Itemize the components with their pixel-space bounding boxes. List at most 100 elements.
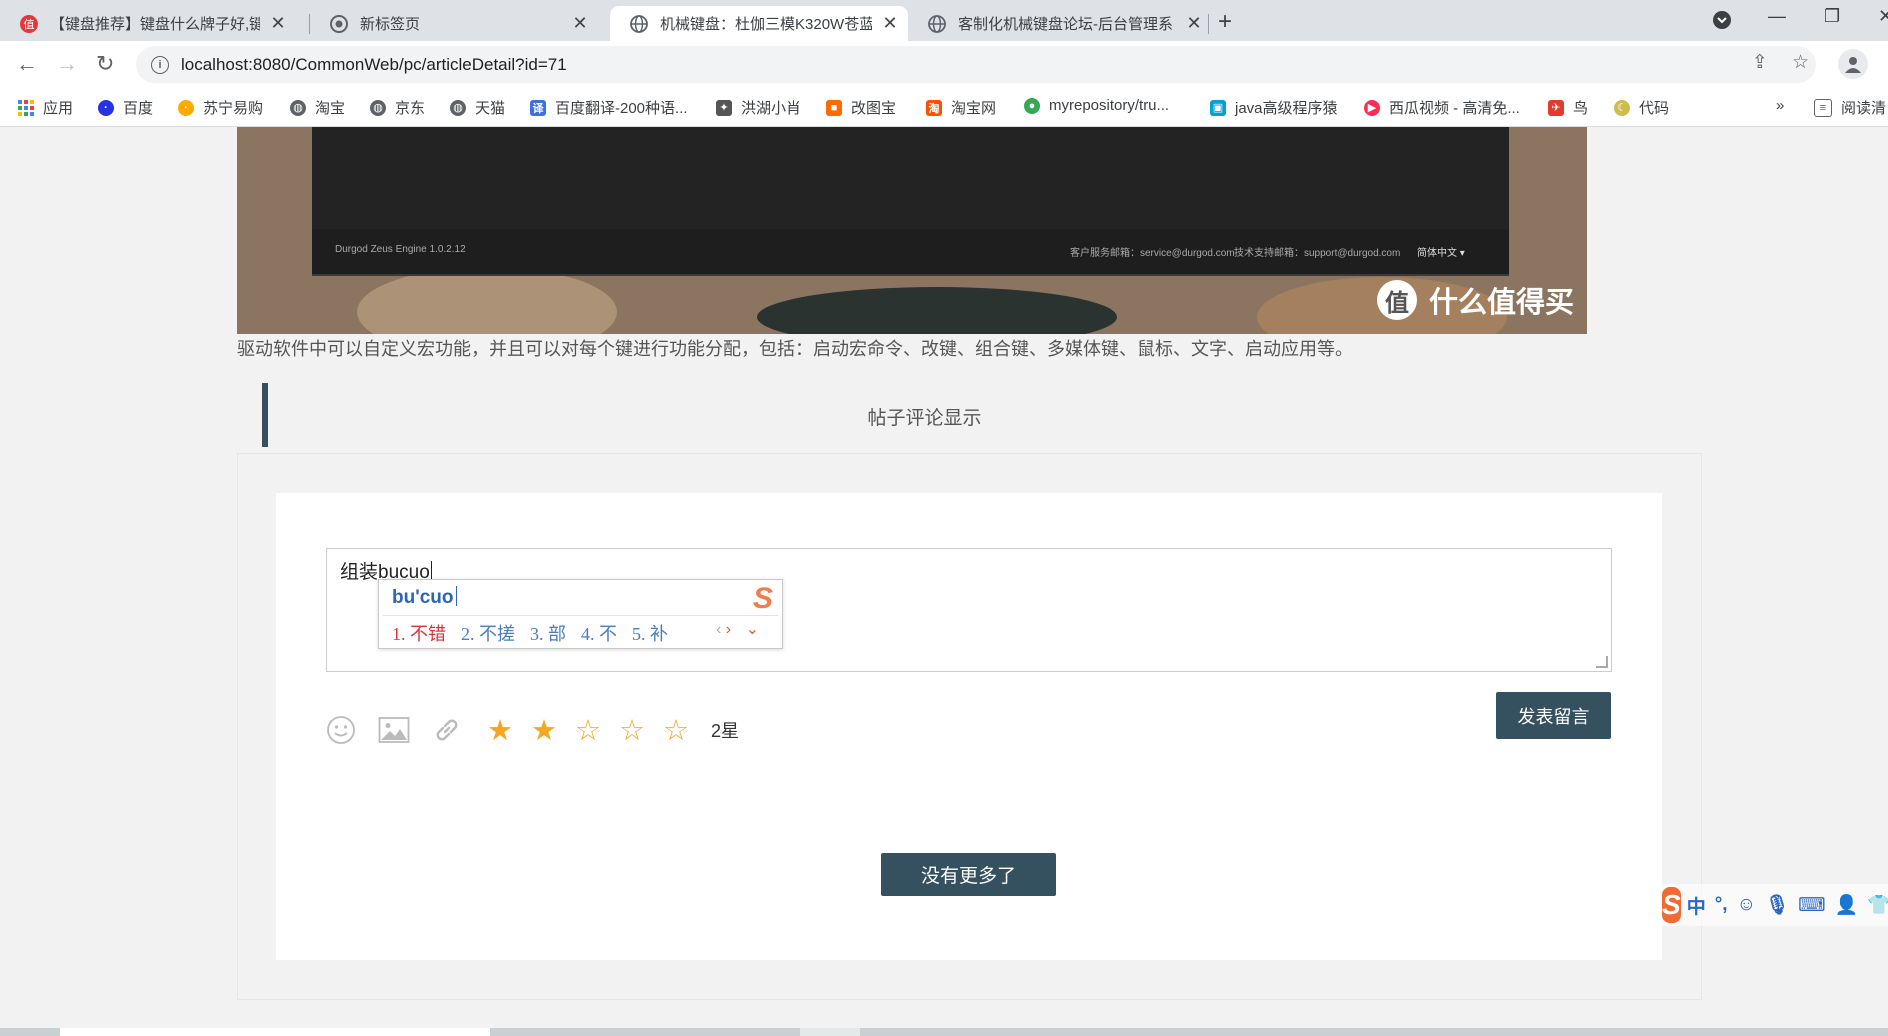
reload-icon[interactable]: ↻ [96,51,114,77]
tab-title: 新标签页 [360,16,421,33]
bookmark-gaitubao[interactable]: ■ 改图宝 [826,97,896,118]
ime-candidate-window: bu'cuo S 1. 不错 2. 不搓 3. 部 4. 不 5. 补 ‹ › … [378,579,783,649]
bookmark-label: 代码 [1639,100,1670,117]
bookmark-code[interactable]: ☾ 代码 [1614,97,1669,118]
bookmark-label: myrepository/tru... [1049,97,1170,114]
bookmark-bird[interactable]: ✈ 鸟 [1548,97,1588,118]
ime-user-icon[interactable]: 👤 [1835,893,1859,917]
horizontal-scrollbar[interactable] [0,1028,1888,1036]
bookmark-myrepository[interactable]: ● myrepository/tru... [1024,97,1169,114]
apps-icon [18,99,34,116]
browser-tab[interactable]: 客制化机械键盘论坛-后台管理系 ✕ [908,6,1208,41]
bookmark-label: 淘宝网 [951,100,997,117]
browser-tab-active[interactable]: 机械键盘：杜伽三模K320W苍蓝 ✕ [610,6,908,41]
share-icon[interactable]: ⇪ [1752,51,1768,74]
ime-candidate[interactable]: 3. 部 [530,620,566,646]
bookmark-xigua[interactable]: ▶ 西瓜视频 - 高清免... [1364,97,1520,118]
browser-tab[interactable]: 值 【键盘推荐】键盘什么牌子好,键盘 ✕ [0,6,300,41]
new-tab-icon[interactable]: + [1218,8,1232,36]
emoji-icon[interactable] [325,714,357,746]
sogou-logo-icon: S [752,582,773,615]
bookmark-java[interactable]: ▣ java高级程序猿 [1210,97,1338,118]
bookmark-suning[interactable]: · 苏宁易购 [178,97,263,118]
globe-icon [928,14,946,33]
ime-candidate[interactable]: 4. 不 [581,620,617,646]
bookmark-jd[interactable]: ◍ 京东 [370,97,425,118]
ime-candidate[interactable]: 5. 补 [632,620,668,646]
no-more-button[interactable]: 没有更多了 [881,853,1056,896]
bookmark-taobao-net[interactable]: 淘 淘宝网 [926,97,996,118]
browser-tab-bar: 值 【键盘推荐】键盘什么牌子好,键盘 ✕ 新标签页 ✕ 机械键盘：杜伽三模K32… [0,0,1888,41]
rating-label: 2星 [711,721,740,741]
ime-emoji-icon[interactable]: ☺ [1737,894,1756,916]
resize-handle-icon[interactable] [1596,656,1608,668]
comments-section-header: 帖子评论显示 [262,383,1587,447]
bookmark-apps[interactable]: 应用 [18,97,73,118]
ime-candidate[interactable]: 2. 不搓 [461,620,515,646]
rating-star-filled[interactable]: ★ [487,713,513,748]
back-icon[interactable]: ← [16,51,38,77]
support-email: 技术支持邮箱：support@durgod.com [1234,248,1401,259]
ime-keyboard-icon[interactable]: ⌨ [1798,894,1825,917]
comment-toolbar: ★ ★ ☆ ☆ ☆ 2星 [325,713,739,747]
close-tab-icon[interactable]: ✕ [268,13,288,34]
bookmark-baidu[interactable]: · 百度 [98,97,153,118]
minimize-icon[interactable]: — [1768,6,1786,27]
ime-mode-chinese[interactable]: 中 [1687,892,1706,919]
bookmark-label: 淘宝 [315,100,346,117]
rating-star-empty[interactable]: ☆ [619,713,645,748]
url-text[interactable]: localhost:8080/CommonWeb/pc/articleDetai… [181,55,567,75]
close-tab-icon[interactable]: ✕ [570,13,590,34]
bookmark-star-icon[interactable]: ☆ [1792,51,1809,74]
ime-candidate[interactable]: 1. 不错 [392,620,446,646]
close-window-icon[interactable]: ✕ [1878,6,1888,27]
ime-prev-page-icon[interactable]: ‹ [716,621,721,638]
reading-list[interactable]: ≡ 阅读清 [1814,97,1886,118]
chrome-icon: ● [1024,97,1040,114]
bookmark-label: 京东 [395,100,426,117]
ime-microphone-icon[interactable]: 🎙 [1765,893,1789,917]
rating-star-empty[interactable]: ☆ [663,713,689,748]
bookmark-tmall[interactable]: ◍ 天猫 [450,97,505,118]
profile-avatar-icon[interactable] [1838,49,1868,79]
xigua-icon: ▶ [1364,99,1380,116]
bilibili-icon: ▣ [1210,99,1226,116]
url-omnibox[interactable]: i localhost:8080/CommonWeb/pc/articleDet… [136,46,1816,83]
svg-text:值: 值 [24,18,35,31]
ime-skin-icon[interactable]: 👕 [1867,893,1888,917]
section-title: 帖子评论显示 [867,408,982,429]
bookmark-label: 百度翻译-200种语... [555,100,688,117]
scrollbar-segment [800,1028,860,1036]
tab-title: 客制化机械键盘论坛-后台管理系 [958,16,1173,33]
close-tab-icon[interactable]: ✕ [1184,13,1204,34]
scrollbar-thumb[interactable] [60,1028,490,1036]
rating-star-empty[interactable]: ☆ [575,713,601,748]
reading-list-label: 阅读清 [1841,100,1887,117]
image-blur-shape [757,287,1117,334]
bookmark-taobao[interactable]: ◍ 淘宝 [290,97,345,118]
translate-icon: 译 [530,99,546,116]
sogou-ime-icon[interactable]: S [1662,887,1681,923]
ime-next-page-icon[interactable]: › [726,621,731,638]
bookmark-label: 鸟 [1573,100,1589,117]
service-email: 客户服务邮箱：service@durgod.com [1070,248,1235,259]
bookmark-honghu[interactable]: ✦ 洪湖小肖 [716,97,801,118]
bookmark-baidu-translate[interactable]: 译 百度翻译-200种语... [530,97,688,118]
rating-star-filled[interactable]: ★ [531,713,557,748]
info-icon[interactable]: i [151,55,169,74]
image-upload-icon[interactable] [378,714,410,746]
tab-search-icon[interactable] [1712,10,1732,35]
software-version: Durgod Zeus Engine 1.0.2.12 [335,244,466,255]
browser-tab[interactable]: 新标签页 ✕ [310,6,608,41]
post-comment-button[interactable]: 发表留言 [1496,692,1611,739]
close-tab-icon[interactable]: ✕ [880,13,900,34]
ime-expand-icon[interactable]: ⌄ [746,621,759,638]
forward-icon[interactable]: → [56,51,78,77]
link-icon[interactable] [431,714,463,746]
tab-title: 【键盘推荐】键盘什么牌子好,键盘 [50,16,260,33]
ime-caret [455,586,457,606]
more-bookmarks-icon[interactable]: » [1776,97,1784,114]
restore-icon[interactable]: ❐ [1824,6,1840,27]
smzdm-icon: 值 [20,14,38,33]
ime-punctuation-icon[interactable]: °, [1715,894,1728,916]
